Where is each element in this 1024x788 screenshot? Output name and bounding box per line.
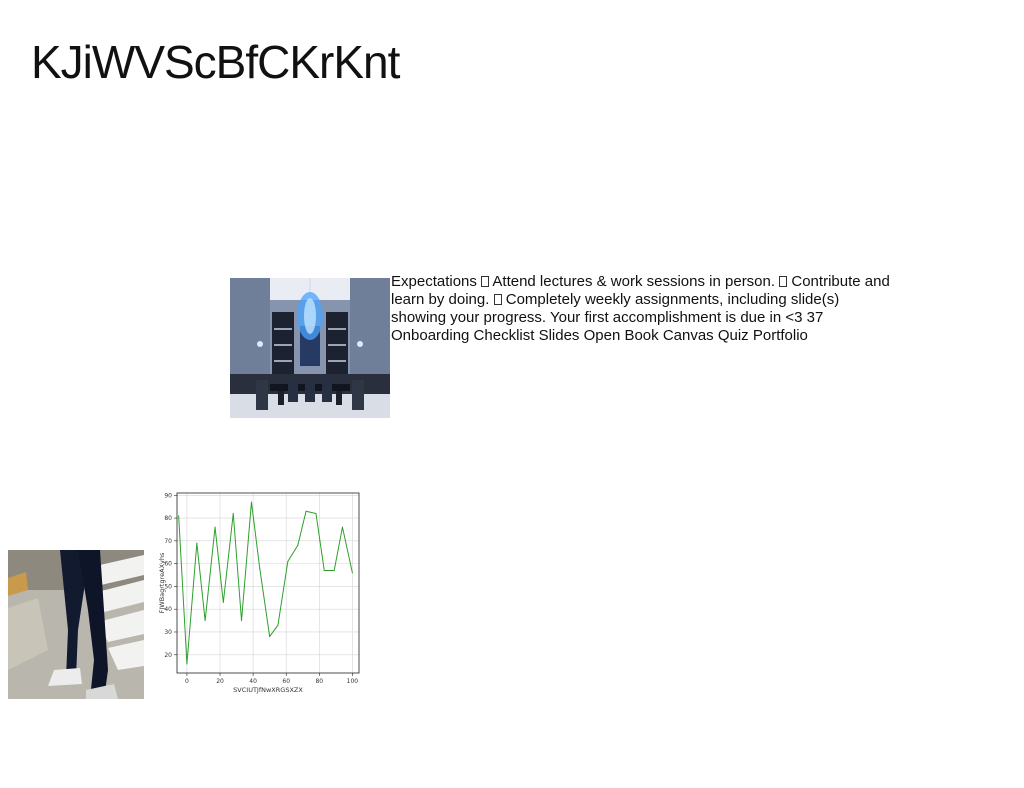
- data-point: [259, 567, 261, 569]
- data-point: [232, 513, 234, 515]
- data-point: [297, 544, 299, 546]
- data-point: [204, 620, 206, 622]
- dining-room-illustration: [230, 278, 390, 418]
- data-point: [333, 569, 335, 571]
- x-tick-label: 20: [216, 678, 224, 685]
- x-tick-label: 100: [347, 678, 359, 685]
- pedestrian-illustration: [8, 550, 144, 699]
- data-point: [305, 510, 307, 512]
- line-chart-svg: 0 20 40 60 80 1002030405060708090 SVCIUTJfNwX…: [158, 492, 360, 694]
- data-point: [241, 620, 243, 622]
- chart-series: [178, 501, 353, 665]
- data-point: [178, 515, 180, 517]
- x-tick-label: 0: [185, 678, 189, 685]
- bullet-glyph-icon: [481, 276, 490, 287]
- data-point: [250, 501, 252, 503]
- x-tick-label: 80: [315, 678, 323, 685]
- y-tick-label: 20: [164, 652, 172, 659]
- bullet-glyph-icon: [493, 294, 502, 305]
- data-point: [269, 636, 271, 638]
- data-point: [315, 513, 317, 515]
- x-axis-label: SVCIUTJfNwXRGSXZX: [233, 686, 303, 694]
- chart-plot-frame: [176, 492, 360, 674]
- line-chart: 0 20 40 60 80 100 20 30 40 50 60 70 80 90 SVCIUTJfNwX…: [155, 488, 365, 698]
- y-axis-label: FJWBagrtgreAXyhs: [158, 552, 166, 613]
- data-point: [323, 569, 325, 571]
- y-tick-label: 30: [164, 629, 172, 636]
- expectation-attend: Attend lectures & work sessions in perso…: [489, 273, 780, 290]
- data-point: [287, 560, 289, 562]
- x-tick-label: 40: [249, 678, 257, 685]
- data-point: [222, 601, 224, 603]
- x-tick-label: 60: [282, 678, 290, 685]
- dining-room-photo: [230, 278, 390, 418]
- chart-grid: [177, 493, 359, 673]
- pedestrian-crosswalk-photo: [8, 550, 144, 699]
- y-tick-label: 90: [164, 492, 172, 499]
- data-point: [277, 624, 279, 626]
- y-tick-label: 80: [164, 515, 172, 522]
- data-point: [186, 663, 188, 665]
- series-line: [178, 501, 353, 665]
- page-title: KJiWVScBfCKrKnt: [31, 36, 400, 88]
- expectations-heading: Expectations: [391, 273, 482, 290]
- data-point: [351, 572, 353, 574]
- data-point: [196, 542, 198, 544]
- data-point: [341, 526, 343, 528]
- y-tick-label: 70: [164, 538, 172, 545]
- data-point: [214, 526, 216, 528]
- expectations-text: Expectations Attend lectures & work sess…: [391, 273, 891, 345]
